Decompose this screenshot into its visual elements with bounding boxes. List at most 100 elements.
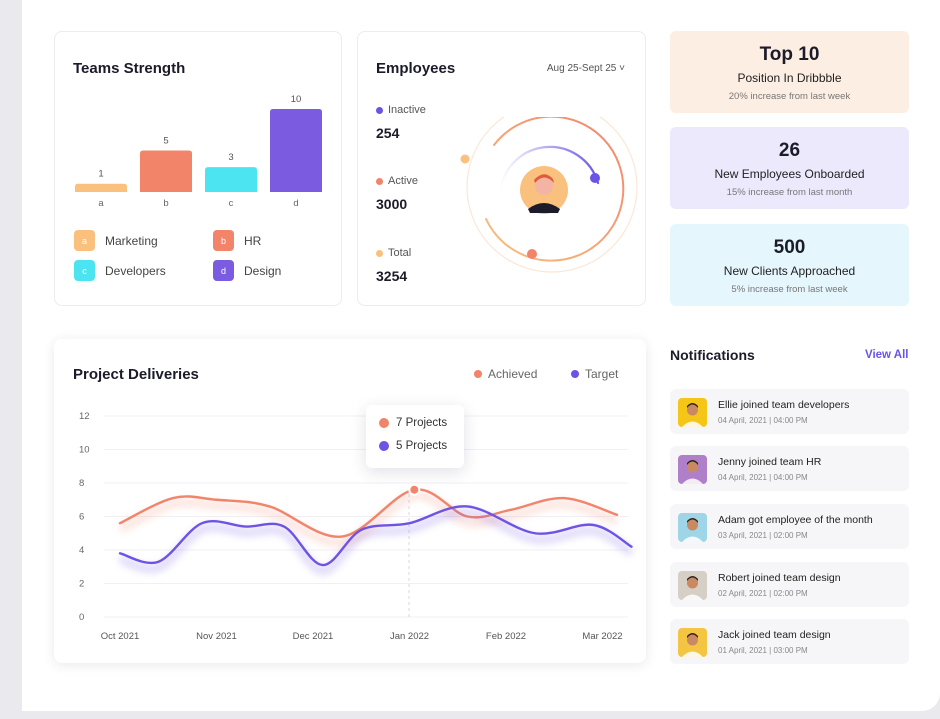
stat-dribbble-change: 20% increase from last week — [728, 91, 851, 102]
total-dot — [376, 249, 383, 257]
legend-hr-label: HR — [244, 233, 262, 248]
avatar — [678, 398, 707, 427]
active-label: Active — [388, 175, 418, 187]
bar-category-label-c: c — [229, 198, 234, 209]
person-avatar-icon — [682, 576, 703, 600]
active-value: 3000 — [376, 196, 408, 212]
stat-dribbble-value: Top 10 — [759, 44, 820, 65]
active-stat: Active 3000 — [376, 175, 418, 212]
legend-marketing-label: Marketing — [105, 233, 158, 248]
active-dot — [376, 177, 383, 185]
x-tick-3: Jan 2022 — [390, 631, 429, 642]
date-range-dropdown[interactable]: Aug 25-Sept 25 ˅ — [547, 63, 625, 74]
x-tick-2: Dec 2021 — [293, 631, 334, 642]
avatar — [678, 571, 707, 600]
person-avatar-icon — [682, 518, 703, 542]
x-tick-5: Mar 2022 — [582, 631, 622, 642]
notification-text: Jenny joined team HR — [718, 456, 822, 468]
inactive-orbit-dot — [590, 173, 600, 183]
total-orbit-dot — [460, 154, 470, 164]
notification-item[interactable]: Jenny joined team HR 04 April, 2021 | 04… — [670, 446, 909, 491]
legend-design-swatch: d — [213, 260, 234, 281]
inactive-dot — [376, 106, 383, 114]
employees-title: Employees — [376, 60, 456, 77]
notification-item[interactable]: Ellie joined team developers 04 April, 2… — [670, 389, 909, 434]
notification-item[interactable]: Robert joined team design 02 April, 2021… — [670, 562, 909, 607]
tooltip-target-label: 5 Projects — [396, 440, 448, 452]
bar-value-label-b: 5 — [163, 136, 168, 147]
total-label: Total — [388, 247, 412, 259]
person-avatar-icon — [682, 633, 703, 657]
tooltip-target-row: 5 Projects — [379, 440, 447, 452]
teams-strength-card: Teams Strength 1 a 5 b 3 c 10 d a Marketing b H… — [54, 31, 342, 306]
stat-clients-change: 5% increase from last week — [731, 284, 848, 295]
notification-time: 03 April, 2021 | 02:00 PM — [718, 531, 808, 540]
person-avatar-icon — [682, 460, 703, 484]
person-avatar-icon — [682, 403, 703, 427]
stat-onboarded-change: 15% increase from last month — [726, 187, 853, 198]
chart-tooltip: 7 Projects 5 Projects — [366, 405, 464, 468]
stat-dribbble-label: Position In Dribbble — [737, 71, 842, 85]
tooltip-achieved-dot — [379, 418, 389, 428]
y-tick-10: 10 — [79, 445, 90, 456]
project-deliveries-line-chart: 0 2 4 6 8 10 12 Oct 2021 Nov 2021 Dec 2021 Jan 202… — [79, 411, 634, 642]
bar-a — [75, 183, 127, 192]
bar-d — [270, 109, 322, 192]
project-deliveries-card: Project Deliveries Achieved Target 02468… — [54, 339, 646, 663]
bar-value-label-d: 10 — [291, 94, 302, 105]
total-value: 3254 — [376, 268, 408, 284]
x-tick-4: Feb 2022 — [486, 631, 526, 642]
notification-text: Adam got employee of the month — [718, 514, 873, 526]
tooltip-achieved-row: 7 Projects — [379, 417, 447, 429]
tooltip-achieved-label: 7 Projects — [396, 417, 448, 429]
stat-onboarded-value: 26 — [778, 140, 801, 161]
notification-time: 02 April, 2021 | 02:00 PM — [718, 589, 808, 598]
tooltip-target-dot — [379, 441, 389, 451]
legend-marketing-swatch: a — [74, 230, 95, 251]
tooltip-point-marker — [408, 483, 421, 496]
stat-dribbble: Top 10 Position In Dribbble 20% increase… — [670, 31, 909, 113]
legend-hr-swatch: b — [213, 230, 234, 251]
notification-text: Jack joined team design — [718, 629, 831, 641]
total-stat: Total 3254 — [376, 247, 411, 284]
avatar — [678, 628, 707, 657]
employee-avatar-icon — [520, 166, 568, 214]
notification-text: Ellie joined team developers — [718, 399, 850, 411]
legend-design-label: Design — [244, 263, 282, 278]
stat-clients-value: 500 — [773, 237, 806, 258]
legend-hr: b HR — [213, 230, 261, 251]
inactive-value: 254 — [376, 125, 400, 141]
x-tick-1: Nov 2021 — [196, 631, 237, 642]
teams-bar-chart: 1 a 5 b 3 c 10 d — [75, 94, 322, 209]
notification-time: 01 April, 2021 | 03:00 PM — [718, 646, 808, 655]
notification-time: 04 April, 2021 | 04:00 PM — [718, 473, 808, 482]
bar-category-label-a: a — [98, 198, 104, 209]
avatar — [678, 513, 707, 542]
stat-clients-label: New Clients Approached — [723, 264, 856, 278]
view-all-link[interactable]: View All — [865, 349, 908, 361]
bar-b — [140, 150, 192, 192]
y-tick-0: 0 — [79, 612, 84, 623]
legend-developers-swatch: c — [74, 260, 95, 281]
y-tick-2: 2 — [79, 579, 84, 590]
notification-item[interactable]: Jack joined team design 01 April, 2021 |… — [670, 619, 909, 664]
legend-developers-label: Developers — [105, 263, 166, 278]
legend-developers: c Developers — [74, 260, 166, 281]
notifications-title: Notifications — [670, 347, 755, 363]
bar-c — [205, 167, 257, 192]
employees-orbit-graphic — [460, 117, 638, 273]
notification-item[interactable]: Adam got employee of the month 03 April,… — [670, 504, 909, 549]
legend-marketing: a Marketing — [74, 230, 158, 251]
inactive-stat: Inactive 254 — [376, 104, 426, 141]
stat-onboarded-label: New Employees Onboarded — [714, 167, 865, 181]
y-tick-8: 8 — [79, 478, 84, 489]
legend-design: d Design — [213, 260, 281, 281]
y-tick-12: 12 — [79, 411, 90, 422]
stat-onboarded: 26 New Employees Onboarded 15% increase … — [670, 127, 909, 209]
avatar — [678, 455, 707, 484]
bar-value-label-c: 3 — [228, 152, 233, 163]
y-tick-4: 4 — [79, 545, 84, 556]
employees-card: Employees Aug 25-Sept 25 ˅ Inactive 254 … — [357, 31, 646, 306]
y-tick-6: 6 — [79, 512, 84, 523]
dashboard-page: Teams Strength 1 a 5 b 3 c 10 d a Marketing b H… — [22, 0, 940, 711]
